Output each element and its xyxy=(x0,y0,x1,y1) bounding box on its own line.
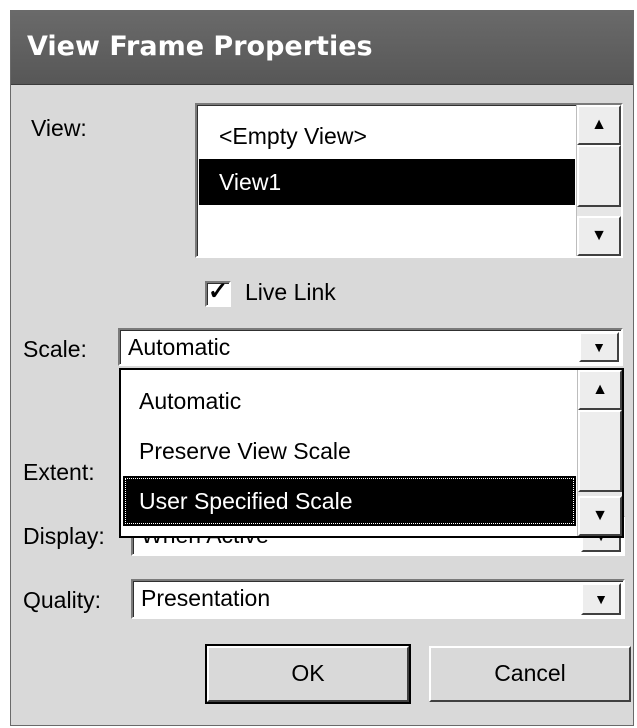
quality-value: Presentation xyxy=(141,585,271,611)
checkmark-icon: ✓ xyxy=(208,278,229,305)
view-list-scroll-thumb[interactable] xyxy=(577,145,621,207)
scale-value: Automatic xyxy=(128,334,231,360)
view-list-item-empty[interactable]: <Empty View> xyxy=(199,113,575,159)
title-bar: View Frame Properties xyxy=(11,11,633,85)
scale-option-user-specified-scale[interactable]: User Specified Scale xyxy=(123,476,576,526)
scale-label: Scale: xyxy=(23,336,87,362)
quality-combobox[interactable]: Presentation ▼ xyxy=(131,579,625,619)
view-list-scroll-down-button[interactable]: ▼ xyxy=(577,216,621,256)
scale-dropdown-scrollbar[interactable]: ▲ ▼ xyxy=(577,370,622,536)
scale-dropdown-scroll-up-button[interactable]: ▲ xyxy=(578,370,622,410)
view-list-scrollbar[interactable]: ▲ ▼ xyxy=(576,105,621,256)
scroll-up-arrow-icon: ▲ xyxy=(591,116,607,133)
live-link-label[interactable]: Live Link xyxy=(245,279,336,306)
scroll-down-arrow-icon: ▼ xyxy=(592,507,608,524)
scale-option-automatic[interactable]: Automatic xyxy=(123,376,576,426)
quality-dropdown-button[interactable]: ▼ xyxy=(581,583,621,615)
scale-dropdown-button[interactable]: ▼ xyxy=(579,332,619,362)
dialog-title: View Frame Properties xyxy=(27,31,373,62)
live-link-checkbox[interactable]: ✓ xyxy=(205,278,231,307)
view-list-item-view1[interactable]: View1 xyxy=(199,159,575,205)
view-list-scroll-up-button[interactable]: ▲ xyxy=(577,105,621,145)
scroll-down-arrow-icon: ▼ xyxy=(591,227,607,244)
display-label: Display: xyxy=(23,523,105,549)
scale-dropdown-scroll-thumb[interactable] xyxy=(578,410,622,492)
quality-label: Quality: xyxy=(23,587,101,613)
chevron-down-icon: ▼ xyxy=(594,591,608,607)
scale-option-preserve-view-scale[interactable]: Preserve View Scale xyxy=(123,426,576,476)
ok-button[interactable]: OK xyxy=(205,644,411,704)
view-listbox[interactable]: <Empty View> View1 ▲ ▼ xyxy=(195,103,623,258)
scroll-up-arrow-icon: ▲ xyxy=(592,381,608,398)
extent-label: Extent: xyxy=(23,459,95,485)
cancel-button[interactable]: Cancel xyxy=(429,646,631,702)
view-frame-properties-dialog: View Frame Properties View: <Empty View>… xyxy=(10,10,634,726)
scale-combobox[interactable]: Automatic ▼ xyxy=(118,328,623,366)
chevron-down-icon: ▼ xyxy=(592,339,606,355)
scale-dropdown-scroll-down-button[interactable]: ▼ xyxy=(578,496,622,536)
scale-dropdown-list[interactable]: Automatic Preserve View Scale User Speci… xyxy=(119,368,624,538)
view-label: View: xyxy=(31,115,87,141)
